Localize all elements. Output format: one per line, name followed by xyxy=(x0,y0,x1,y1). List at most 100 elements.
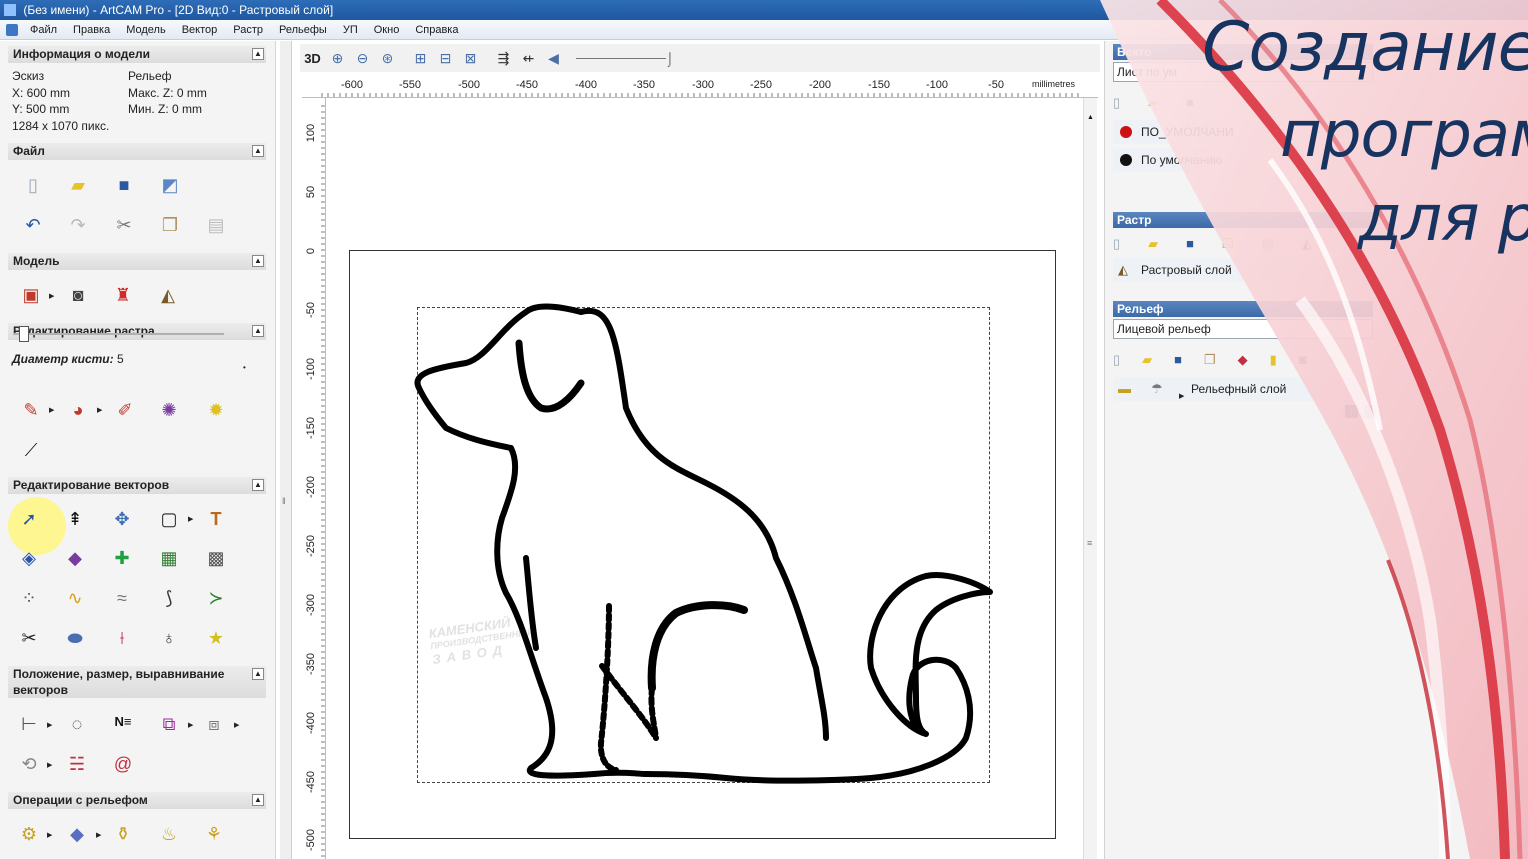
zoom-box-icon[interactable]: ⊛ xyxy=(375,50,400,67)
dropdown-arrow-icon[interactable]: ▶ xyxy=(47,831,52,839)
select-button[interactable]: ➚ xyxy=(14,505,44,533)
view-slider-track[interactable] xyxy=(576,57,666,59)
fill-button[interactable]: ◕ xyxy=(63,396,93,424)
dropdown-arrow-icon[interactable]: ▶ xyxy=(49,406,54,414)
open-raster-icon[interactable]: ▰ xyxy=(1148,236,1158,252)
group-button[interactable]: ⧉ xyxy=(154,710,184,738)
export-view-icon[interactable]: ⇷ xyxy=(516,50,541,67)
eyedropper-button[interactable]: ✐ xyxy=(110,396,140,424)
rectangle-button[interactable]: ▢ xyxy=(154,505,184,533)
collapse-icon[interactable]: ▲ xyxy=(252,794,264,806)
scroll-grip-icon[interactable]: ≡ xyxy=(1087,538,1092,548)
align-button[interactable]: ⊢ xyxy=(14,710,44,738)
extrude-button[interactable]: ⚱ xyxy=(108,820,138,848)
paste-button[interactable]: ▤ xyxy=(201,211,231,239)
dropdown-arrow-icon[interactable]: ▶ xyxy=(47,761,52,769)
view-slider-thumb[interactable]: ⌡ xyxy=(666,51,674,66)
menu-item[interactable]: УП xyxy=(335,20,366,40)
save-raster-icon[interactable]: ■ xyxy=(1186,236,1194,252)
zoom-fit-icon[interactable]: ⊞ xyxy=(408,50,433,67)
open-file-button[interactable]: ▰ xyxy=(63,171,93,199)
bulb-icon[interactable]: ♀ xyxy=(1359,381,1375,397)
dropdown-arrow-icon[interactable]: ▶ xyxy=(188,515,193,523)
section-model[interactable]: Модель ▲ xyxy=(8,253,266,270)
transform-button[interactable]: ✥ xyxy=(107,505,137,533)
palette-button[interactable]: ✺ xyxy=(154,396,184,424)
collapse-icon[interactable]: ▲ xyxy=(252,479,264,491)
view-3d-button[interactable]: 3D xyxy=(300,51,325,66)
zoom-previous-icon[interactable]: ⊠ xyxy=(458,50,483,67)
section-file[interactable]: Файл ▲ xyxy=(8,143,266,160)
left-splitter[interactable]: ‖ xyxy=(280,41,292,859)
light-relief-icon[interactable]: ▮ xyxy=(1270,352,1277,368)
mirror-button[interactable]: ♁ xyxy=(154,624,184,652)
collapse-icon[interactable]: ▲ xyxy=(252,145,264,157)
vertical-scrollbar[interactable]: ▲ ≡ xyxy=(1083,98,1097,859)
raster-layer-row[interactable]: ◭ Растровый слой xyxy=(1113,258,1373,282)
expand-arrow-icon[interactable]: ▶ xyxy=(1179,385,1184,409)
splitter-grip-icon[interactable]: ‖ xyxy=(282,496,286,506)
star-button[interactable]: ★ xyxy=(201,624,231,652)
menu-item[interactable]: Справка xyxy=(407,20,466,40)
offset-button[interactable]: ⬬ xyxy=(60,624,90,652)
open-layer-icon[interactable]: ▰ xyxy=(1148,95,1158,111)
menu-item[interactable]: Файл xyxy=(22,20,65,40)
fillet-button[interactable]: ⟊ xyxy=(107,624,137,652)
zoom-out-icon[interactable]: ⊖ xyxy=(350,50,375,67)
section-position[interactable]: Положение, размер, выравнивание векторов… xyxy=(8,666,266,698)
menu-item[interactable]: Растр xyxy=(225,20,271,40)
dropdown-arrow-icon[interactable]: ▶ xyxy=(234,721,239,729)
raster-image-icon[interactable]: ◭ xyxy=(1302,236,1312,252)
join-button[interactable]: ⟆ xyxy=(154,584,184,612)
relief-plane-button[interactable]: ◆ xyxy=(62,820,92,848)
close-vector-button[interactable]: ≻ xyxy=(201,584,231,612)
scroll-up-arrow-icon[interactable]: ▲ xyxy=(1087,114,1094,121)
dropdown-arrow-icon[interactable]: ▶ xyxy=(47,721,52,729)
save-layer-icon[interactable]: ■ xyxy=(1186,95,1194,111)
delete-raster-icon[interactable]: ▤ xyxy=(1262,236,1274,252)
cut-button[interactable]: ✂ xyxy=(109,211,139,239)
relief-layer-row[interactable]: ▬ ☂ ▶ Рельефный слой ♀ xyxy=(1113,377,1373,401)
dropdown-arrow-icon[interactable]: ▶ xyxy=(97,406,102,414)
save-relief-icon[interactable]: ■ xyxy=(1174,352,1182,368)
envelope-button[interactable]: ▩ xyxy=(201,544,231,572)
layer-color-dot-icon[interactable] xyxy=(1120,154,1132,166)
zoom-in-icon[interactable]: ⊕ xyxy=(325,50,350,67)
spin-button[interactable]: ♨ xyxy=(154,820,184,848)
move-up-icon[interactable]: ↑ xyxy=(1345,405,1358,418)
sweep-button[interactable]: ⚘ xyxy=(199,820,229,848)
node-edit-button[interactable]: ⇞ xyxy=(60,505,90,533)
dropdown-arrow-icon[interactable]: ▶ xyxy=(49,292,54,300)
collapse-icon[interactable]: ▲ xyxy=(252,255,264,267)
import-view-icon[interactable]: ⇶ xyxy=(491,50,516,67)
relief-combine-icon[interactable]: ☂ xyxy=(1151,381,1167,397)
section-model-info[interactable]: Информация о модели ▲ xyxy=(8,46,266,63)
merge-relief-icon[interactable]: ◆ xyxy=(1238,352,1248,368)
copy-button[interactable]: ❐ xyxy=(155,211,185,239)
save-file-button[interactable]: ■ xyxy=(109,171,139,199)
menu-item[interactable]: Окно xyxy=(366,20,408,40)
artcam-icon[interactable] xyxy=(6,24,18,36)
undo-button[interactable]: ↶ xyxy=(18,211,48,239)
copy-relief-icon[interactable]: ❐ xyxy=(1204,352,1216,368)
menu-item[interactable]: Вектор xyxy=(174,20,226,40)
colour-model-button[interactable]: ♜ xyxy=(108,281,138,309)
text-button[interactable]: T xyxy=(201,505,231,533)
new-relief-icon[interactable]: ▯ xyxy=(1113,352,1120,368)
grayscale-relief-icon[interactable]: ◙ xyxy=(1299,352,1307,368)
redo-button[interactable]: ↷ xyxy=(63,211,93,239)
collapse-icon[interactable]: ▲ xyxy=(252,325,264,337)
raster-panel-header[interactable]: Растр xyxy=(1113,212,1373,228)
weld-button[interactable]: ⧈ xyxy=(199,710,229,738)
layer-color-dot-icon[interactable] xyxy=(1120,126,1132,138)
shape-editor-button[interactable]: ⚙ xyxy=(14,820,44,848)
back-icon[interactable]: ◀ xyxy=(541,50,566,67)
paint-pen-button[interactable]: ✎ xyxy=(16,396,46,424)
brush-slider-track[interactable] xyxy=(14,333,224,335)
menu-item[interactable]: Рельефы xyxy=(271,20,335,40)
collapse-icon[interactable]: ▲ xyxy=(252,668,264,680)
wrap-button[interactable]: ☵ xyxy=(62,750,92,778)
brush-slider-thumb[interactable] xyxy=(19,326,29,342)
nodes-button[interactable]: ⁘ xyxy=(14,584,44,612)
smooth-button[interactable]: ≈ xyxy=(107,584,137,612)
